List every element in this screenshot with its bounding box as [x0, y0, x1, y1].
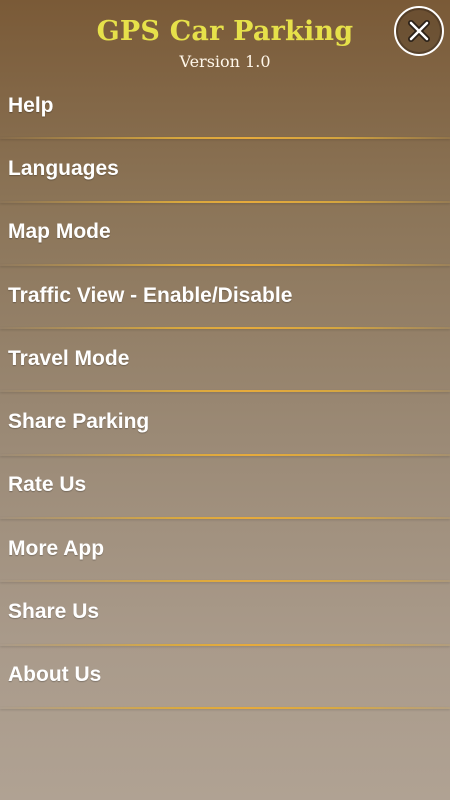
version-label: Version 1.0 — [179, 52, 271, 71]
menu-item-languages[interactable]: Languages — [0, 139, 450, 203]
menu-item-label: Traffic View - Enable/Disable — [8, 283, 293, 307]
menu-item-label: Share Parking — [8, 410, 150, 434]
menu-item-help[interactable]: Help — [0, 76, 450, 140]
close-button[interactable] — [394, 6, 444, 56]
menu-screen: GPS Car Parking Version 1.0 Help Languag… — [0, 0, 450, 800]
menu-item-label: Travel Mode — [8, 346, 130, 370]
app-title: GPS Car Parking — [96, 16, 354, 47]
menu-item-label: Map Mode — [8, 220, 111, 244]
menu-item-travel-mode[interactable]: Travel Mode — [0, 329, 450, 393]
menu-item-label: Share Us — [8, 600, 100, 624]
menu-item-label: More App — [8, 536, 105, 560]
menu-item-label: Help — [8, 93, 54, 117]
menu-item-traffic-view[interactable]: Traffic View - Enable/Disable — [0, 266, 450, 330]
menu-item-about-us[interactable]: About Us — [0, 646, 450, 709]
header: GPS Car Parking Version 1.0 — [0, 0, 450, 76]
divider — [0, 706, 450, 709]
menu-item-label: Languages — [8, 156, 119, 180]
menu-item-label: Rate Us — [8, 473, 87, 497]
close-icon — [402, 14, 436, 48]
menu-item-more-app[interactable]: More App — [0, 519, 450, 583]
menu-item-map-mode[interactable]: Map Mode — [0, 203, 450, 266]
menu-item-rate-us[interactable]: Rate Us — [0, 456, 450, 520]
menu-item-share-parking[interactable]: Share Parking — [0, 392, 450, 456]
menu-item-label: About Us — [8, 663, 102, 687]
menu-item-share-us[interactable]: Share Us — [0, 582, 450, 646]
menu-list: Help Languages Map Mode Traffic View - E… — [0, 76, 450, 709]
